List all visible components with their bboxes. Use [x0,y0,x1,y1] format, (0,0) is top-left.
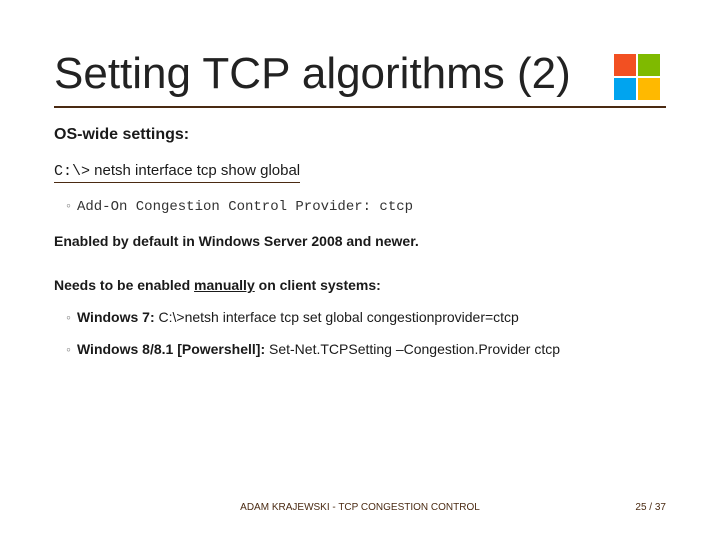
slide-title: Setting TCP algorithms (2) [54,51,571,97]
needs-line: Needs to be enabled manually on client s… [54,277,666,293]
win8-cmd: Set-Net.TCPSetting –Congestion.Provider … [265,341,560,357]
win8-bullet: ◦ Windows 8/8.1 [Powershell]: Set-Net.TCP… [54,341,666,357]
title-row: Setting TCP algorithms (2) [54,48,666,100]
command-text: netsh interface tcp show global [90,162,300,179]
slide: Setting TCP algorithms (2) OS-wide setti… [0,0,720,540]
addon-bullet: ◦ Add-On Congestion Control Provider: ctc… [54,197,666,215]
addon-text: Add-On Congestion Control Provider: ctcp [77,199,413,215]
needs-underlined: manually [194,277,255,293]
chevron-icon: ◦ [66,197,71,213]
win7-bullet: ◦ Windows 7: C:\>netsh interface tcp set … [54,309,666,325]
footer-center: ADAM KRAJEWSKI - TCP CONGESTION CONTROL [240,502,480,513]
needs-pre: Needs to be enabled [54,277,194,293]
needs-post: on client systems: [255,277,381,293]
command-prompt: C:\> [54,163,90,180]
title-underline [54,106,666,108]
win8-label: Windows 8/8.1 [Powershell]: [77,341,265,357]
chevron-icon: ◦ [66,341,71,357]
command-line: C:\> netsh interface tcp show global [54,162,300,183]
page-sep: / [647,502,655,513]
subheading: OS-wide settings: [54,126,666,144]
win7-label: Windows 7: [77,309,155,325]
footer: ADAM KRAJEWSKI - TCP CONGESTION CONTROL … [0,502,720,522]
page-total: 37 [655,502,666,513]
page-current: 25 [635,502,646,513]
chevron-icon: ◦ [66,309,71,325]
win7-cmd: C:\>netsh interface tcp set global conge… [155,309,519,325]
page-indicator: 25 / 37 [635,502,666,513]
enabled-line: Enabled by default in Windows Server 200… [54,233,666,249]
microsoft-logo-icon [614,54,660,100]
